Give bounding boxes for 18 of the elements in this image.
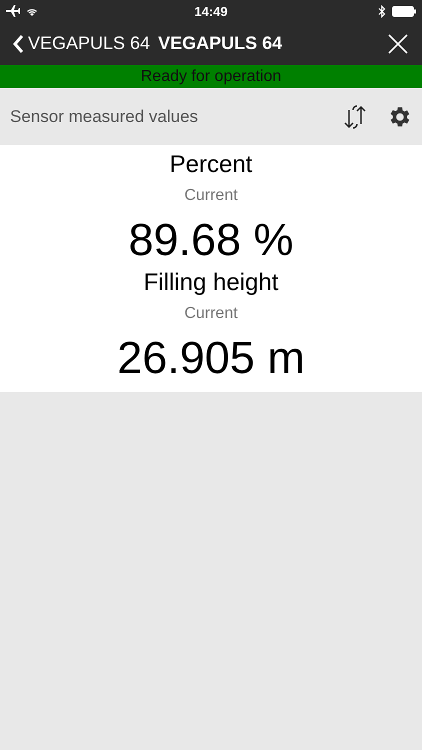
measurement-value: 89.68 % <box>128 213 294 267</box>
measurement-name: Percent <box>170 150 252 180</box>
measurement-label: Current <box>184 304 238 324</box>
measurement-label: Current <box>184 186 238 206</box>
bluetooth-icon <box>378 4 386 18</box>
swap-arrows-icon[interactable] <box>344 104 366 130</box>
back-button[interactable]: VEGAPULS 64 <box>12 33 150 54</box>
back-chevron-icon <box>12 34 24 54</box>
battery-icon <box>392 6 416 16</box>
close-button[interactable] <box>388 34 408 54</box>
wifi-icon <box>26 6 38 16</box>
clock-time: 14:49 <box>194 4 228 18</box>
airplane-icon <box>6 5 20 17</box>
measurement-value: 26.905 m <box>117 331 305 385</box>
measurement-name: Filling height <box>144 268 278 298</box>
section-title: Sensor measured values <box>10 106 200 126</box>
nav-title: VEGAPULS 64 <box>158 33 284 54</box>
status-banner: Ready for operation <box>0 65 422 88</box>
